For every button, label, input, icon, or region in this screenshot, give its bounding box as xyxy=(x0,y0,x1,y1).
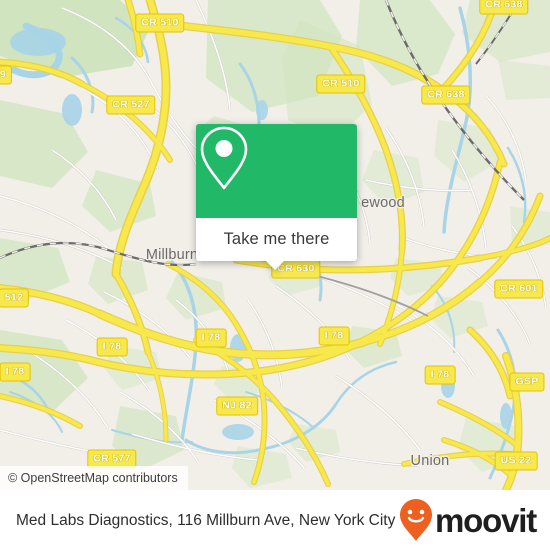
popup-header xyxy=(196,124,357,218)
road-shield: GSP xyxy=(509,372,545,392)
map-pin-icon xyxy=(200,126,248,190)
place-label: ewood xyxy=(361,195,405,211)
road-shield: I 78 xyxy=(195,328,227,348)
place-label: Millburn xyxy=(145,247,199,263)
road-shield: NJ 82 xyxy=(216,396,258,416)
road-shield: CR 601 xyxy=(494,279,544,299)
footer-bar: Med Labs Diagnostics, 116 Millburn Ave, … xyxy=(0,490,550,550)
moovit-logo[interactable]: moovit xyxy=(399,498,537,542)
road-shield: 9 xyxy=(0,65,13,85)
popup-pointer-tail xyxy=(266,261,284,270)
map-canvas[interactable]: CR 510 CR 638 CR 510 CR 638 CR 527 9 CR 630 CR … xyxy=(0,0,550,490)
road-shield: CR 510 xyxy=(316,74,366,94)
road-shield: CR 510 xyxy=(135,13,185,33)
road-shield: US 22 xyxy=(494,451,538,471)
osm-attribution-text: © OpenStreetMap contributors xyxy=(8,471,178,485)
moovit-pin-smiley-icon xyxy=(400,499,433,541)
road-shield: I 78 xyxy=(318,326,350,346)
take-me-there-button[interactable]: Take me there xyxy=(196,218,357,261)
road-shield: CR 527 xyxy=(106,95,156,115)
place-label: Union xyxy=(410,453,450,469)
road-shield: CR 638 xyxy=(421,85,471,105)
osm-attribution[interactable]: © OpenStreetMap contributors xyxy=(0,466,188,490)
road-shield: I 78 xyxy=(0,362,31,382)
road-shield: CR 638 xyxy=(479,0,529,15)
road-shield: I 78 xyxy=(96,337,128,357)
road-shield: 512 xyxy=(0,288,30,308)
location-title: Med Labs Diagnostics, 116 Millburn Ave, … xyxy=(16,511,396,529)
take-me-there-label: Take me there xyxy=(223,230,330,248)
map-screenshot: CR 510 CR 638 CR 510 CR 638 CR 527 9 CR 630 CR … xyxy=(0,0,550,550)
location-popup-card[interactable]: Take me there xyxy=(196,124,357,270)
road-shield: I 78 xyxy=(424,365,456,385)
moovit-wordmark: moovit xyxy=(435,501,537,539)
